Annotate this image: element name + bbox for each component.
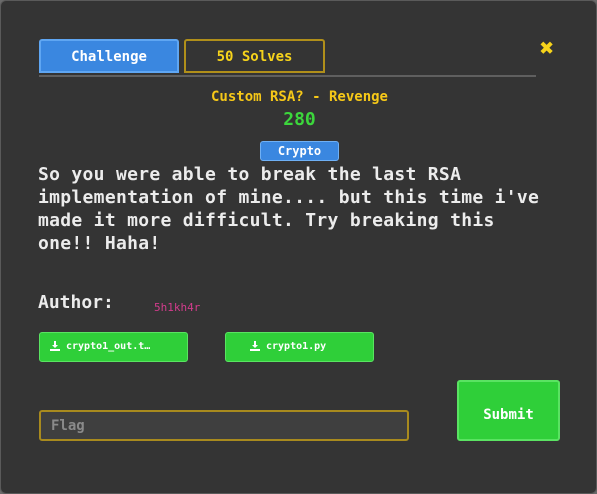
download-icon xyxy=(50,341,60,351)
tab-bar: Challenge 50 Solves xyxy=(39,39,536,77)
tab-challenge[interactable]: Challenge xyxy=(39,39,179,73)
category-badge: Crypto xyxy=(260,141,339,161)
flag-input[interactable] xyxy=(39,410,409,441)
file-name: crypto1.py xyxy=(266,341,327,352)
challenge-description: So you were able to break the last RSA i… xyxy=(38,164,540,254)
close-icon[interactable]: ✖ xyxy=(536,36,558,60)
download-file-button[interactable]: crypto1_out.t… xyxy=(39,332,188,362)
download-icon xyxy=(250,341,260,351)
download-file-button[interactable]: crypto1.py xyxy=(225,332,374,362)
file-name: crypto1_out.t… xyxy=(66,341,151,352)
author-label: Author: xyxy=(38,292,114,313)
submit-button[interactable]: Submit xyxy=(457,380,560,441)
challenge-modal: Challenge 50 Solves ✖ Custom RSA? - Reve… xyxy=(0,0,597,494)
tab-solves[interactable]: 50 Solves xyxy=(184,39,325,73)
challenge-title: Custom RSA? - Revenge xyxy=(210,89,388,105)
author-name: 5h1kh4r xyxy=(154,301,201,314)
challenge-points: 280 xyxy=(283,109,316,130)
